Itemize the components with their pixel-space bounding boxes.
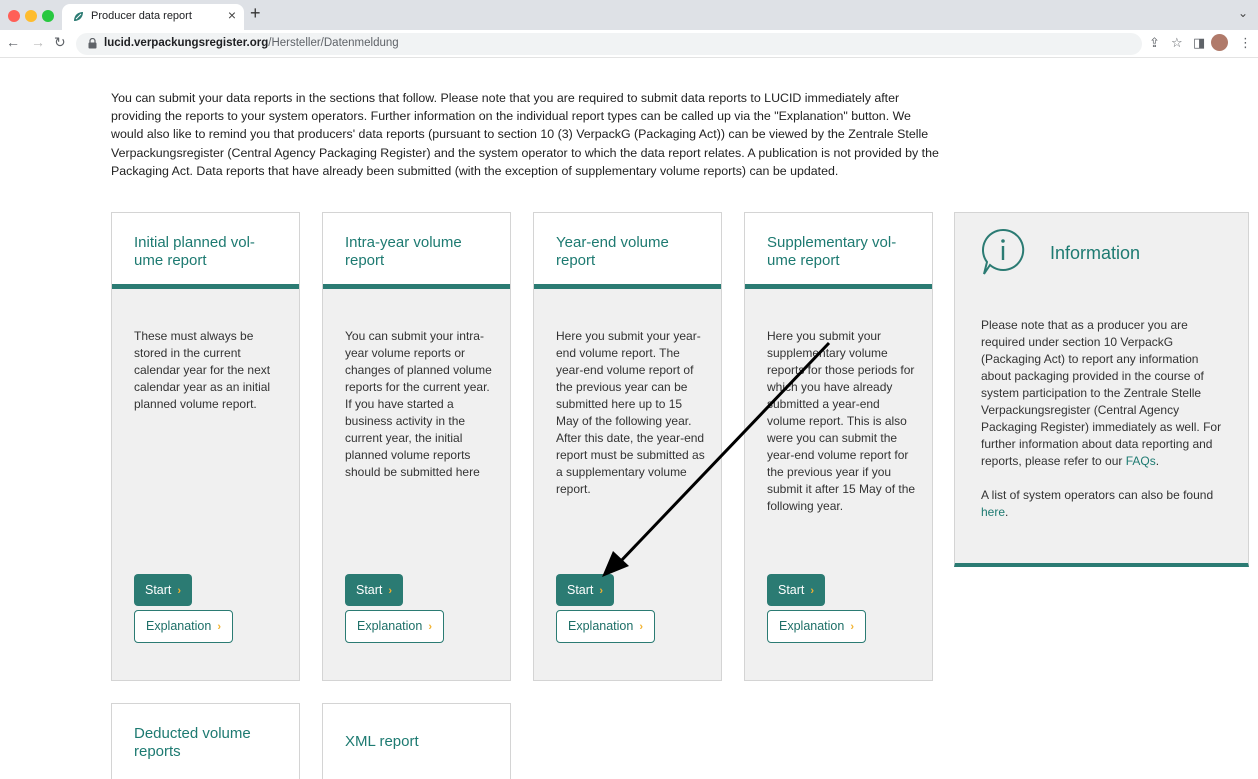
maximize-window-button[interactable] [42, 10, 54, 22]
chevron-right-icon: › [388, 585, 393, 597]
chevron-right-icon: › [599, 585, 604, 597]
start-label: Start [778, 583, 805, 597]
intro-text: You can submit your data reports in the … [111, 91, 939, 178]
card-title: Initial planned vol-ume report [134, 234, 255, 269]
info-icon [982, 228, 1025, 275]
system-operators-link[interactable]: here [981, 505, 1005, 519]
card-description: Here you submit your supplementary volum… [767, 329, 916, 513]
card-title: Year-end volume report [556, 234, 669, 269]
chevron-right-icon: › [639, 621, 643, 633]
chevron-right-icon: › [428, 621, 432, 633]
tab-title: Producer data report [91, 10, 192, 22]
info-para2-text: A list of system operators can also be f… [981, 488, 1214, 502]
info-para1-end: . [1155, 454, 1160, 468]
explanation-button[interactable]: Explanation › [767, 610, 866, 643]
profile-icon[interactable] [1211, 34, 1228, 51]
card-xml-report: XML report [322, 703, 511, 779]
card-initial-planned: Initial planned vol-ume report These mus… [111, 212, 300, 681]
info-paragraph: A list of system operators can also be f… [981, 487, 1226, 521]
chevron-right-icon: › [177, 585, 182, 597]
card-supplementary: Supplementary vol-ume report Here you su… [744, 212, 933, 681]
info-paragraph: Please note that as a producer you are r… [981, 317, 1226, 470]
browser-toolbar: ← → ↻ lucid.verpackungsregister.org/Hers… [0, 30, 1258, 58]
browser-tab-bar: Producer data report × + ⌄ [0, 0, 1258, 30]
info-text: Please note that as a producer you are r… [981, 317, 1226, 538]
faqs-link[interactable]: FAQs [1126, 454, 1156, 468]
browser-tab[interactable]: Producer data report × [62, 4, 244, 30]
card-title: Deducted volume reports [134, 725, 251, 760]
card-intra-year: Intra-year volume report You can submit … [322, 212, 511, 681]
explanation-label: Explanation [146, 619, 212, 633]
card-description: You can submit your intra-year volume re… [345, 329, 492, 479]
start-label: Start [145, 583, 172, 597]
url-path: /Hersteller/Datenmeldung [268, 37, 399, 49]
address-bar[interactable]: lucid.verpackungsregister.org/Hersteller… [76, 33, 1142, 55]
card-deducted-volume: Deducted volume reports [111, 703, 300, 779]
card-header: Supplementary vol-ume report [745, 213, 932, 289]
explanation-button[interactable]: Explanation › [134, 610, 233, 643]
card-title: Supplementary vol-ume report [767, 234, 897, 269]
tab-search-icon[interactable]: ⌄ [1238, 6, 1248, 20]
card-header: Initial planned vol-ume report [112, 213, 299, 289]
card-year-end: Year-end volume report Here you submit y… [533, 212, 722, 681]
information-panel: Information Please note that as a produc… [954, 212, 1249, 567]
new-tab-icon[interactable]: + [250, 3, 261, 24]
start-button[interactable]: Start › [134, 574, 193, 606]
chevron-right-icon: › [850, 621, 854, 633]
start-button[interactable]: Start › [556, 574, 615, 606]
reload-icon[interactable]: ↻ [54, 34, 66, 51]
info-para2-end: . [1005, 505, 1009, 519]
start-button[interactable]: Start › [767, 574, 826, 606]
share-icon[interactable]: ⇪ [1149, 35, 1160, 51]
explanation-button[interactable]: Explanation › [345, 610, 444, 643]
card-description: These must always be stored in the curre… [134, 329, 271, 411]
star-icon[interactable]: ☆ [1171, 35, 1183, 51]
card-header: Year-end volume report [534, 213, 721, 289]
menu-icon[interactable]: ⋮ [1239, 35, 1252, 51]
url-text: lucid.verpackungsregister.org/Hersteller… [104, 37, 399, 49]
explanation-button[interactable]: Explanation › [556, 610, 655, 643]
tab-close-icon[interactable]: × [228, 7, 236, 23]
card-header: Intra-year volume report [323, 213, 510, 289]
minimize-window-button[interactable] [25, 10, 37, 22]
chevron-right-icon: › [217, 621, 221, 633]
start-label: Start [356, 583, 383, 597]
close-window-button[interactable] [8, 10, 20, 22]
chevron-right-icon: › [810, 585, 815, 597]
lucid-favicon-icon [74, 12, 83, 21]
card-description: Here you submit your year-end volume rep… [556, 329, 705, 496]
sidepanel-icon[interactable]: ◨ [1193, 35, 1205, 51]
forward-icon[interactable]: → [31, 34, 45, 50]
start-button[interactable]: Start › [345, 574, 404, 606]
back-icon[interactable]: ← [6, 34, 20, 50]
card-title: XML report [345, 733, 419, 750]
explanation-label: Explanation [568, 619, 634, 633]
explanation-label: Explanation [357, 619, 423, 633]
start-label: Start [567, 583, 594, 597]
info-para1-text: Please note that as a producer you are r… [981, 318, 1222, 468]
card-title: Intra-year volume report [345, 234, 462, 269]
info-title: Information [1050, 243, 1141, 263]
lock-icon [88, 38, 97, 49]
url-host: lucid.verpackungsregister.org [104, 37, 269, 49]
explanation-label: Explanation [779, 619, 845, 633]
